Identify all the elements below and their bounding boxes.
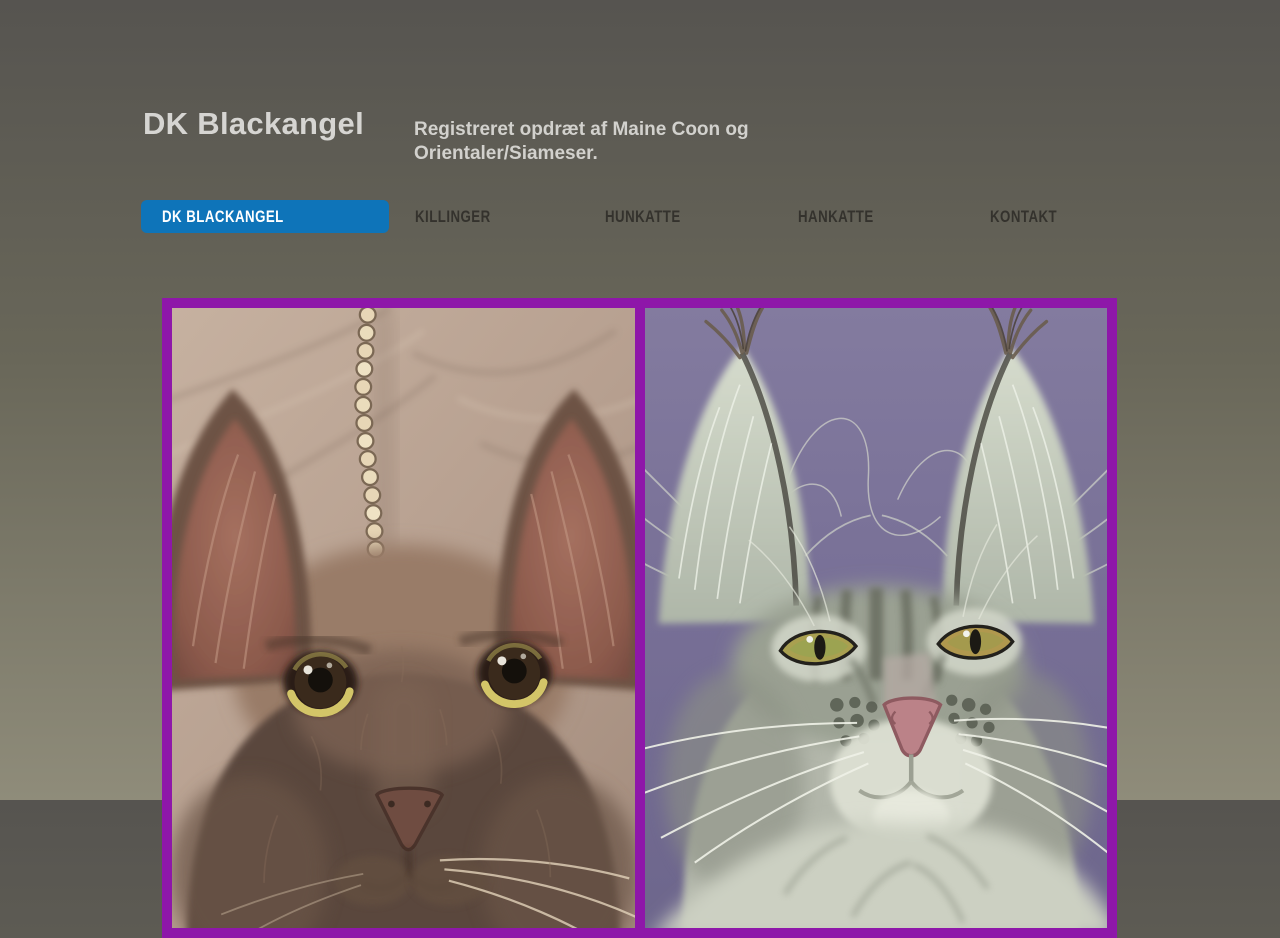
nav-item-kontakt-label: KONTAKT: [990, 207, 1058, 226]
nav-item-kontakt[interactable]: KONTAKT: [990, 200, 1076, 233]
nav-item-hunkatte-label: HUNKATTE: [605, 207, 681, 226]
site-subtitle: Registreret opdræt af Maine Coon og Orie…: [414, 119, 749, 164]
nav-item-killinger[interactable]: KILLINGER: [415, 200, 512, 233]
site-title: DK Blackangel: [143, 106, 364, 141]
nav-item-hunkatte[interactable]: HUNKATTE: [605, 200, 702, 233]
right-eye: [477, 641, 552, 708]
cat-gallery-strip: [162, 298, 1117, 938]
nav-item-dk-blackangel-label: DK BLACKANGEL: [162, 207, 284, 226]
gallery-photo-chocolate-maine-coon[interactable]: [172, 308, 635, 928]
nav-item-hankatte[interactable]: HANKATTE: [798, 200, 895, 233]
nav-item-dk-blackangel[interactable]: DK BLACKANGEL: [141, 200, 389, 233]
silver-tabby-maine-coon-illustration: [644, 308, 1107, 928]
gallery-photo-silver-tabby-maine-coon[interactable]: [644, 308, 1107, 928]
nav-item-hankatte-label: HANKATTE: [798, 207, 874, 226]
chocolate-maine-coon-illustration: [172, 308, 635, 928]
nav-item-killinger-label: KILLINGER: [415, 207, 491, 226]
left-eye: [283, 650, 358, 717]
page: DK Blackangel Registreret opdræt af Main…: [0, 0, 1280, 938]
